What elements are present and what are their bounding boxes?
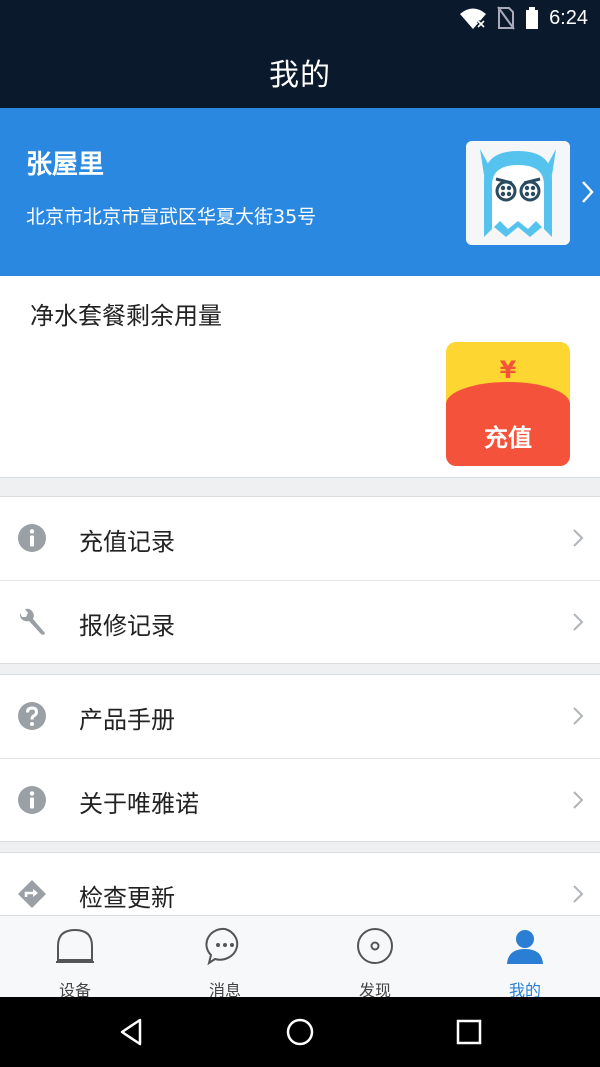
menu-item-recharge-records[interactable]: 充值记录 <box>0 497 600 580</box>
chevron-right-icon <box>573 529 584 547</box>
menu-item-label: 充值记录 <box>79 528 175 556</box>
info-icon <box>18 524 46 552</box>
info-icon <box>18 786 46 814</box>
no-sim-icon <box>497 6 515 30</box>
status-bar: 6:24 <box>0 0 600 36</box>
recents-icon[interactable] <box>453 1016 485 1048</box>
tab-device[interactable]: 设备 <box>0 916 150 1000</box>
chevron-right-icon <box>573 791 584 809</box>
status-icons: 6:24 <box>459 4 588 32</box>
discover-icon <box>357 928 393 964</box>
menu-item-repair-records[interactable]: 报修记录 <box>0 580 600 663</box>
profile-icon <box>507 930 543 964</box>
device-icon <box>56 928 94 963</box>
ghost-avatar-icon <box>466 141 570 245</box>
menu-item-label: 检查更新 <box>79 884 175 912</box>
tab-messages[interactable]: 消息 <box>150 916 300 1000</box>
tab-discover[interactable]: 发现 <box>300 916 450 1000</box>
menu-item-label: 产品手册 <box>79 706 175 734</box>
bottom-tab-bar: 设备 消息 发现 我的 <box>0 915 600 1000</box>
wifi-icon <box>460 8 487 29</box>
title-bar: 我的 <box>0 36 600 108</box>
chevron-right-icon <box>573 885 584 903</box>
home-icon[interactable] <box>284 1016 316 1048</box>
back-icon[interactable] <box>116 1016 148 1048</box>
recharge-button[interactable]: ¥ 充值 <box>446 342 570 466</box>
menu-group-about: 产品手册 关于唯雅诺 <box>0 674 600 842</box>
menu-item-about[interactable]: 关于唯雅诺 <box>0 758 600 841</box>
avatar[interactable] <box>466 141 570 245</box>
recharge-label: 充值 <box>484 424 532 452</box>
system-nav-bar <box>0 997 600 1067</box>
menu-item-label: 报修记录 <box>79 612 175 640</box>
chevron-right-icon <box>582 181 594 203</box>
update-icon <box>18 880 46 908</box>
question-icon <box>18 702 46 730</box>
package-section: 净水套餐剩余用量 ¥ 充值 <box>0 276 600 478</box>
chevron-right-icon <box>573 613 584 631</box>
tab-profile[interactable]: 我的 <box>450 916 600 1000</box>
battery-icon <box>526 7 539 29</box>
package-title: 净水套餐剩余用量 <box>30 302 222 330</box>
menu-group-records: 充值记录 报修记录 <box>0 496 600 664</box>
page-title: 我的 <box>269 58 331 93</box>
chevron-right-icon <box>573 707 584 725</box>
wrench-icon <box>19 608 45 635</box>
menu-item-label: 关于唯雅诺 <box>79 790 199 818</box>
message-icon <box>205 927 239 966</box>
menu-item-product-manual[interactable]: 产品手册 <box>0 675 600 758</box>
status-time: 6:24 <box>549 6 588 29</box>
profile-card[interactable]: 张屋里 北京市北京市宣武区华夏大街35号 <box>0 108 600 276</box>
yuan-icon: ¥ <box>499 356 517 384</box>
profile-address: 北京市北京市宣武区华夏大街35号 <box>26 206 317 228</box>
profile-name: 张屋里 <box>26 150 105 180</box>
